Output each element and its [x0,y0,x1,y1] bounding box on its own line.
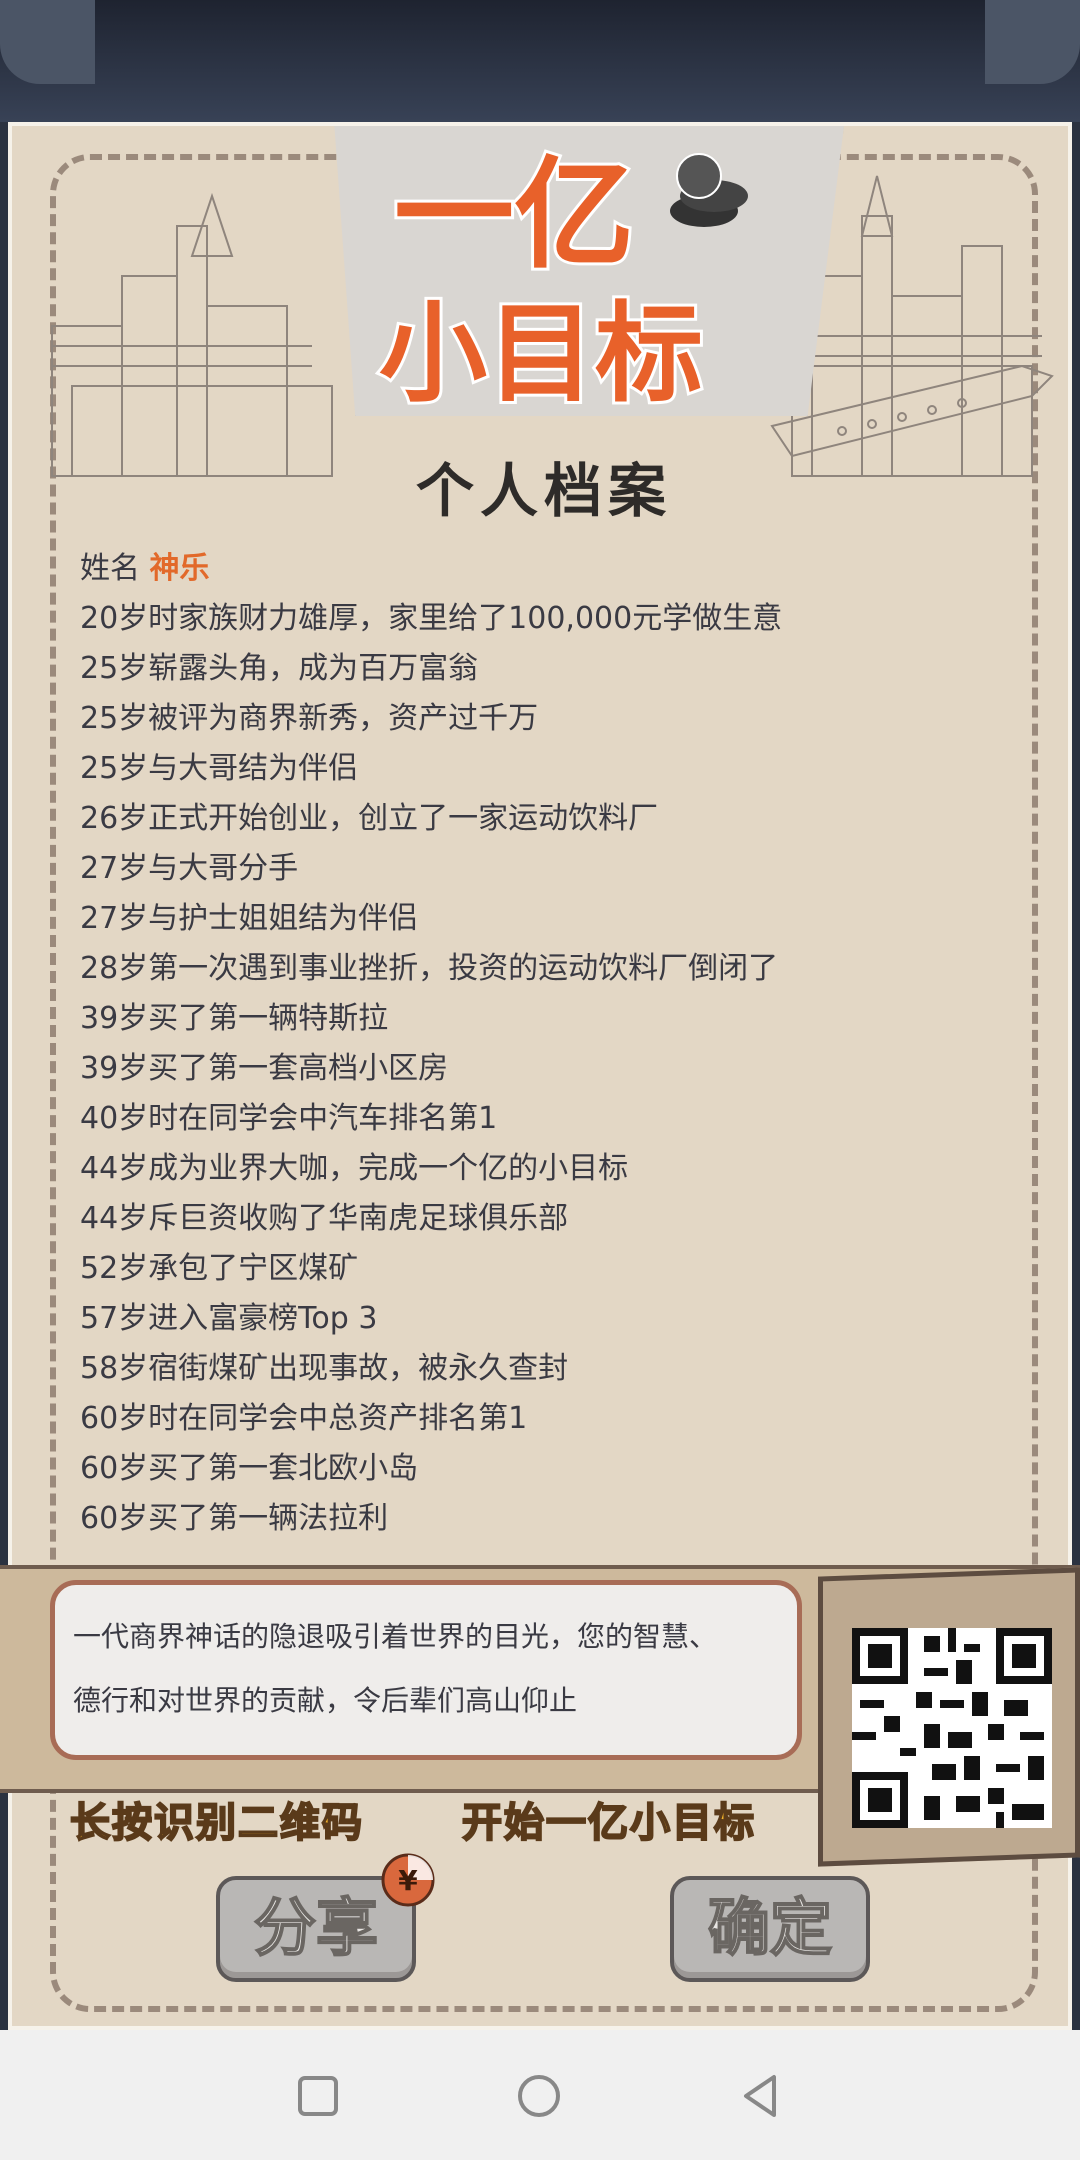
screen-corner-right [985,0,1080,84]
status-bar [0,0,1080,122]
summary-text-box: 一代商界神话的隐退吸引着世界的目光，您的智慧、 德行和对世界的贡献，令后辈们高山… [50,1580,802,1760]
page-title: 个人档案 [415,457,672,525]
list-item: 57岁进入富豪榜Top 3 [80,1301,378,1336]
list-item: 27岁与护士姐姐结为伴侣 [80,901,419,936]
list-item: 39岁买了第一辆特斯拉 [80,1001,389,1036]
life-record-list: 姓名 神乐 20岁时家族财力雄厚，家里给了100,000元学做生意 25岁崭露头… [80,544,1020,1544]
game-logo: 一亿 小目标 [376,143,748,416]
screen-corner-left [0,0,95,84]
logo-line1: 一亿 [394,146,634,285]
list-item: 60岁买了第一辆法拉利 [80,1501,389,1536]
qr-code-icon[interactable] [852,1628,1052,1828]
list-item: 52岁承包了宁区煤矿 [80,1251,359,1286]
list-item: 60岁买了第一套北欧小岛 [80,1451,419,1486]
confirm-button[interactable]: 确定 [670,1876,870,1982]
coin-stack-icon [670,153,748,227]
start-game-caption: 开始一亿小目标 [461,1799,756,1847]
list-item: 60岁时在同学会中总资产排名第1 [80,1401,528,1436]
list-item: 44岁成为业界大咖，完成一个亿的小目标 [80,1151,629,1186]
summary-line-2: 德行和对世界的贡献，令后辈们高山仰止 [73,1684,578,1717]
scan-qr-caption: 长按识别二维码 [69,1799,364,1847]
list-item: 40岁时在同学会中汽车排名第1 [80,1101,498,1136]
list-item: 58岁宿街煤矿出现事故，被永久查封 [80,1351,569,1386]
name-value: 神乐 [149,551,210,586]
list-item: 20岁时家族财力雄厚，家里给了100,000元学做生意 [80,601,783,636]
name-row: 姓名 神乐 [80,544,1020,594]
circle-home-icon[interactable] [513,2070,565,2122]
list-item: 25岁被评为商界新秀，资产过千万 [80,701,539,736]
system-nav-bar [0,2030,1080,2160]
name-label: 姓名 [80,551,140,586]
list-item: 39岁买了第一套高档小区房 [80,1051,449,1086]
summary-line-1: 一代商界神话的隐退吸引着世界的目光，您的智慧、 [73,1620,718,1653]
list-item: 28岁第一次遇到事业挫折，投资的运动饮料厂倒闭了 [80,951,779,986]
logo-line2: 小目标 [379,292,703,416]
square-recent-icon[interactable] [292,2070,344,2122]
coin-symbol: ¥ [398,1864,418,1897]
list-item: 27岁与大哥分手 [80,851,299,886]
list-item: 44岁斥巨资收购了华南虎足球俱乐部 [80,1201,569,1236]
list-item: 26岁正式开始创业，创立了一家运动饮料厂 [80,801,659,836]
yen-coin-icon: ¥ [381,1853,435,1907]
list-item: 25岁崭露头角，成为百万富翁 [80,651,479,686]
triangle-back-icon[interactable] [736,2070,788,2122]
list-item: 25岁与大哥结为伴侣 [80,751,359,786]
